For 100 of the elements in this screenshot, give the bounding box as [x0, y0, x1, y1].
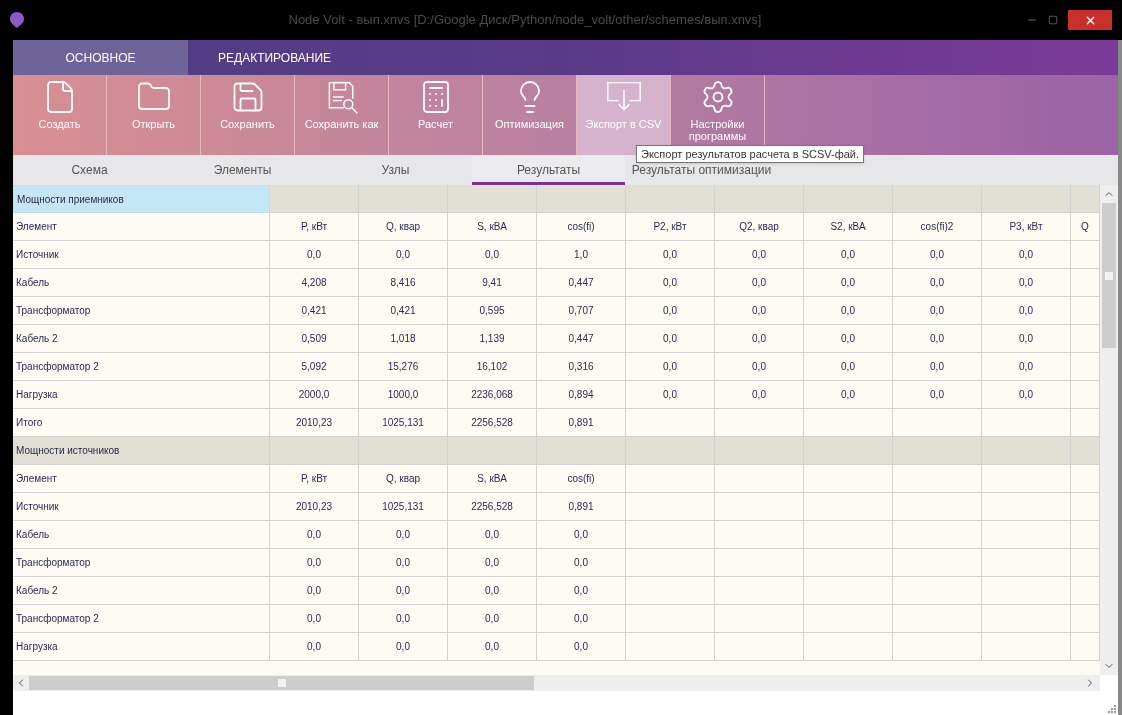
table-cell: 1,139 [448, 325, 537, 353]
table-cell: 0,0 [626, 353, 715, 381]
table-cell: 2256,528 [448, 493, 537, 521]
table-cell: 0,0 [359, 549, 448, 577]
table-cell: 2010,23 [270, 409, 359, 437]
table-cell: 0,0 [982, 269, 1071, 297]
table-cell: 0,891 [537, 409, 626, 437]
column-header: cos(fi)2 [893, 213, 982, 241]
table-cell: 0,316 [537, 353, 626, 381]
column-header: Q, квар [359, 465, 448, 493]
table-cell: 0,0 [448, 633, 537, 661]
table-cell: 0,0 [359, 241, 448, 269]
column-header: P2, кВт [626, 213, 715, 241]
table-cell: 0,447 [537, 325, 626, 353]
table-cell: 8,416 [359, 269, 448, 297]
column-header: S2, кВА [804, 213, 893, 241]
column-header: Q [1071, 213, 1100, 241]
table-cell: 0,0 [448, 549, 537, 577]
table-cell: 0,0 [893, 353, 982, 381]
table-cell: 0,0 [804, 269, 893, 297]
table-cell: 1025,131 [359, 409, 448, 437]
table-cell: Кабель 2 [13, 325, 270, 353]
table-cell: 2256,528 [448, 409, 537, 437]
table-cell: 0,421 [270, 297, 359, 325]
table-cell: 0,0 [270, 577, 359, 605]
table-cell: 0,0 [982, 325, 1071, 353]
table-cell: 1000,0 [359, 381, 448, 409]
table-cell: 0,0 [448, 241, 537, 269]
table-cell: 0,0 [893, 297, 982, 325]
table-cell: Кабель [13, 269, 270, 297]
table-cell: 0,0 [804, 325, 893, 353]
table-cell: 0,0 [359, 521, 448, 549]
column-header: Q2, квар [715, 213, 804, 241]
table-cell: 9,41 [448, 269, 537, 297]
table-cell: 2236,068 [448, 381, 537, 409]
table-cell: 1,018 [359, 325, 448, 353]
column-header: Элемент [13, 213, 270, 241]
table-cell: Нагрузка [13, 381, 270, 409]
table-cell: 0,0 [537, 549, 626, 577]
table-cell: 0,595 [448, 297, 537, 325]
table-cell: 0,0 [626, 269, 715, 297]
table-cell: 0,0 [804, 353, 893, 381]
table-cell: 0,0 [270, 633, 359, 661]
table-cell: Источник [13, 493, 270, 521]
table-cell: 0,0 [537, 605, 626, 633]
table-cell: 0,0 [359, 605, 448, 633]
table-cell: 5,092 [270, 353, 359, 381]
table-cell: 1,0 [537, 241, 626, 269]
table-cell: 0,0 [804, 297, 893, 325]
table-cell: 4,208 [270, 269, 359, 297]
table-cell: 0,0 [448, 577, 537, 605]
table-cell: 0,0 [893, 241, 982, 269]
table-cell: 0,509 [270, 325, 359, 353]
table-cell: 0,0 [537, 577, 626, 605]
column-header: cos(fi) [537, 465, 626, 493]
table-cell: 2000,0 [270, 381, 359, 409]
column-header: cos(fi) [537, 213, 626, 241]
table-cell: Нагрузка [13, 633, 270, 661]
table-cell: 0,0 [626, 325, 715, 353]
table-cell: 0,0 [626, 381, 715, 409]
table-cell: 0,0 [626, 241, 715, 269]
table-cell: 0,0 [893, 325, 982, 353]
table-cell: Кабель [13, 521, 270, 549]
table-cell: 0,0 [537, 633, 626, 661]
table-cell: 0,0 [715, 269, 804, 297]
section-title: Мощности приемников [13, 185, 270, 213]
window-title: Node Volt - вып.xnvs [D:/Google Диск/Python/node_volt/other/schemes/вып.xnvs] [287, 11, 763, 30]
table-cell: 0,0 [537, 521, 626, 549]
table-cell: Трансформатор [13, 549, 270, 577]
column-header: Элемент [13, 465, 270, 493]
table-cell: 0,0 [448, 521, 537, 549]
table-cell: Кабель 2 [13, 577, 270, 605]
column-header: P, кВт [270, 213, 359, 241]
table-cell: Итого [13, 409, 270, 437]
table-cell: Трансформатор [13, 297, 270, 325]
table-cell: 0,0 [359, 633, 448, 661]
column-header: S, кВА [448, 465, 537, 493]
column-header: P3, кВт [982, 213, 1071, 241]
table-cell: 0,0 [359, 577, 448, 605]
table-cell: 0,0 [982, 241, 1071, 269]
table-cell: 0,0 [715, 241, 804, 269]
table-cell: Источник [13, 241, 270, 269]
table-cell: 0,0 [715, 325, 804, 353]
table-cell: 0,0 [804, 381, 893, 409]
column-header: S, кВА [448, 213, 537, 241]
table-cell: 0,0 [270, 549, 359, 577]
section-title: Мощности источников [13, 437, 270, 465]
table-cell: Трансформатор 2 [13, 353, 270, 381]
table-cell: 0,707 [537, 297, 626, 325]
table-cell: 0,0 [893, 269, 982, 297]
table-cell: 0,0 [982, 353, 1071, 381]
table-cell: 0,0 [448, 605, 537, 633]
table-cell: 0,0 [715, 297, 804, 325]
table-cell: 0,0 [626, 297, 715, 325]
table-cell: 0,0 [715, 381, 804, 409]
table-cell: 0,447 [537, 269, 626, 297]
table-cell: 1025,131 [359, 493, 448, 521]
table-cell: Трансформатор 2 [13, 605, 270, 633]
table-cell: 0,0 [715, 353, 804, 381]
column-header: Q, квар [359, 213, 448, 241]
